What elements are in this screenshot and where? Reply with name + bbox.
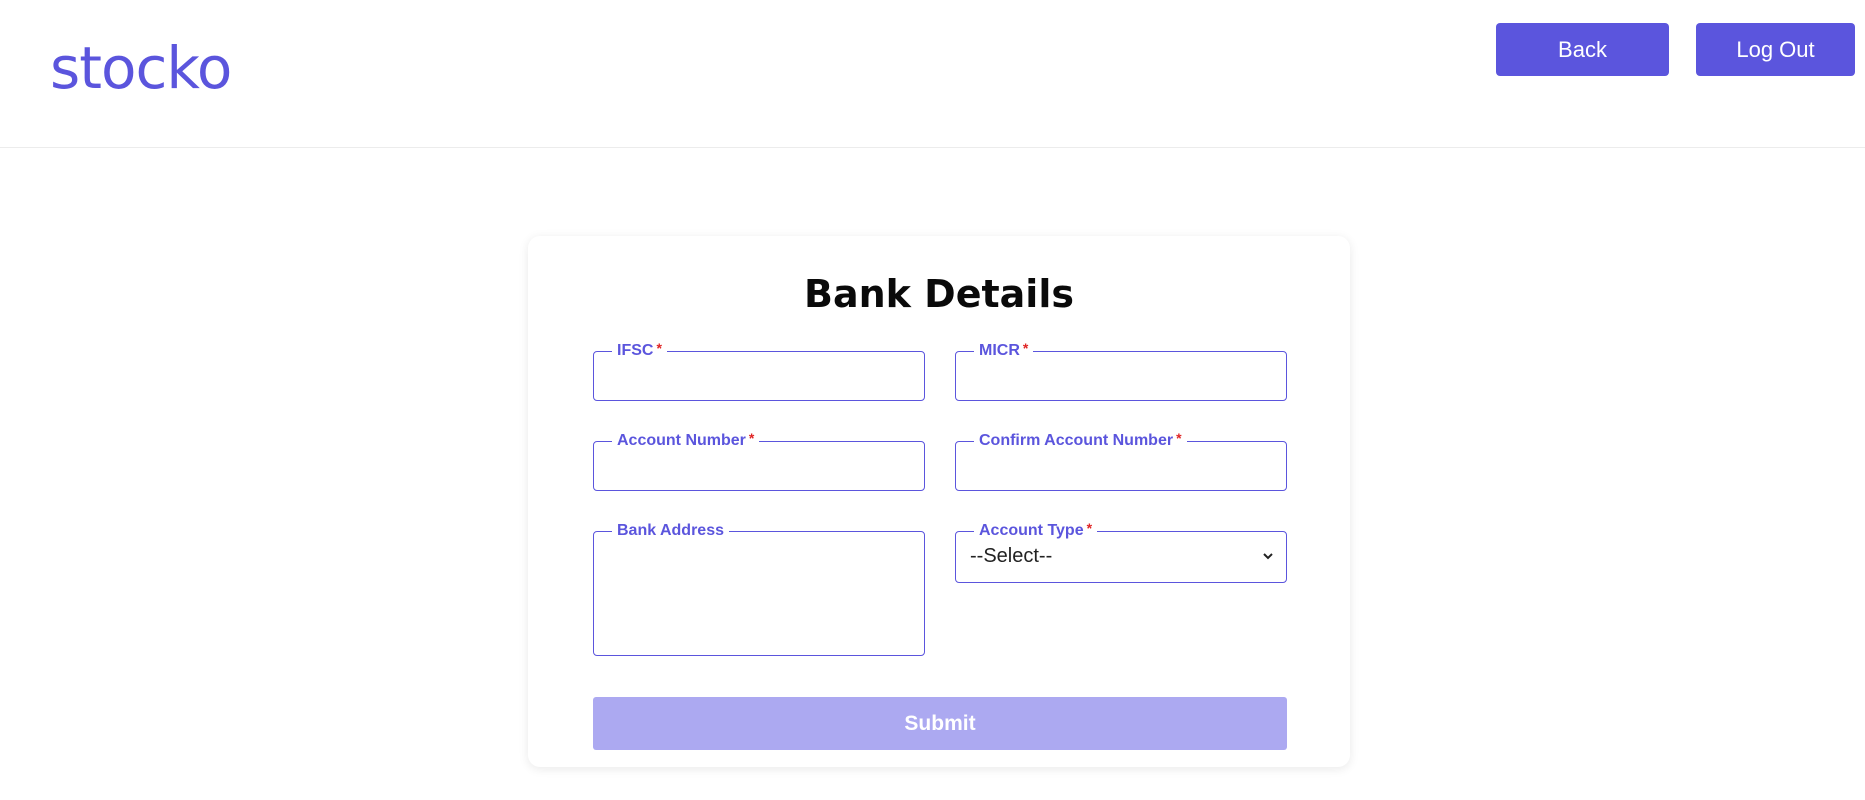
account-type-select[interactable]: --Select-- [966,539,1276,573]
micr-input[interactable] [966,359,1276,391]
ifsc-label: IFSC * [612,340,667,359]
ifsc-label-text: IFSC [617,342,654,359]
required-asterisk: * [1086,520,1093,536]
micr-label-text: MICR [979,342,1020,359]
account-type-label: Account Type * [974,520,1097,539]
account-type-label-text: Account Type [979,522,1084,539]
ifsc-input[interactable] [604,359,914,391]
top-header: stocko Back Log Out [0,0,1865,148]
required-asterisk: * [656,340,662,356]
bank-address-field: Bank Address [593,523,925,656]
bank-address-label: Bank Address [612,523,729,539]
account-number-input[interactable] [604,449,914,481]
micr-field: MICR * [955,340,1287,401]
account-number-label: Account Number * [612,430,759,449]
confirm-account-number-label-text: Confirm Account Number [979,432,1174,449]
account-number-field: Account Number * [593,430,925,491]
required-asterisk: * [1022,340,1029,356]
submit-button[interactable]: Submit [593,697,1287,750]
back-button[interactable]: Back [1496,23,1669,76]
form-title: Bank Details [804,272,1074,316]
bank-details-card: Bank Details IFSC * MICR * Account Number *… [528,236,1350,767]
confirm-account-number-field: Confirm Account Number * [955,430,1287,491]
bank-address-textarea[interactable] [604,539,914,643]
account-type-field: Account Type * --Select-- [955,520,1287,583]
confirm-account-number-label: Confirm Account Number * [974,430,1187,449]
required-asterisk: * [1176,430,1182,446]
bank-address-label-text: Bank Address [617,522,724,539]
ifsc-field: IFSC * [593,340,925,401]
logout-button[interactable]: Log Out [1696,23,1855,76]
confirm-account-number-input[interactable] [966,449,1276,481]
stocko-logo[interactable]: stocko [50,28,232,108]
required-asterisk: * [748,430,755,446]
account-number-label-text: Account Number [617,432,746,449]
micr-label: MICR * [974,340,1033,359]
